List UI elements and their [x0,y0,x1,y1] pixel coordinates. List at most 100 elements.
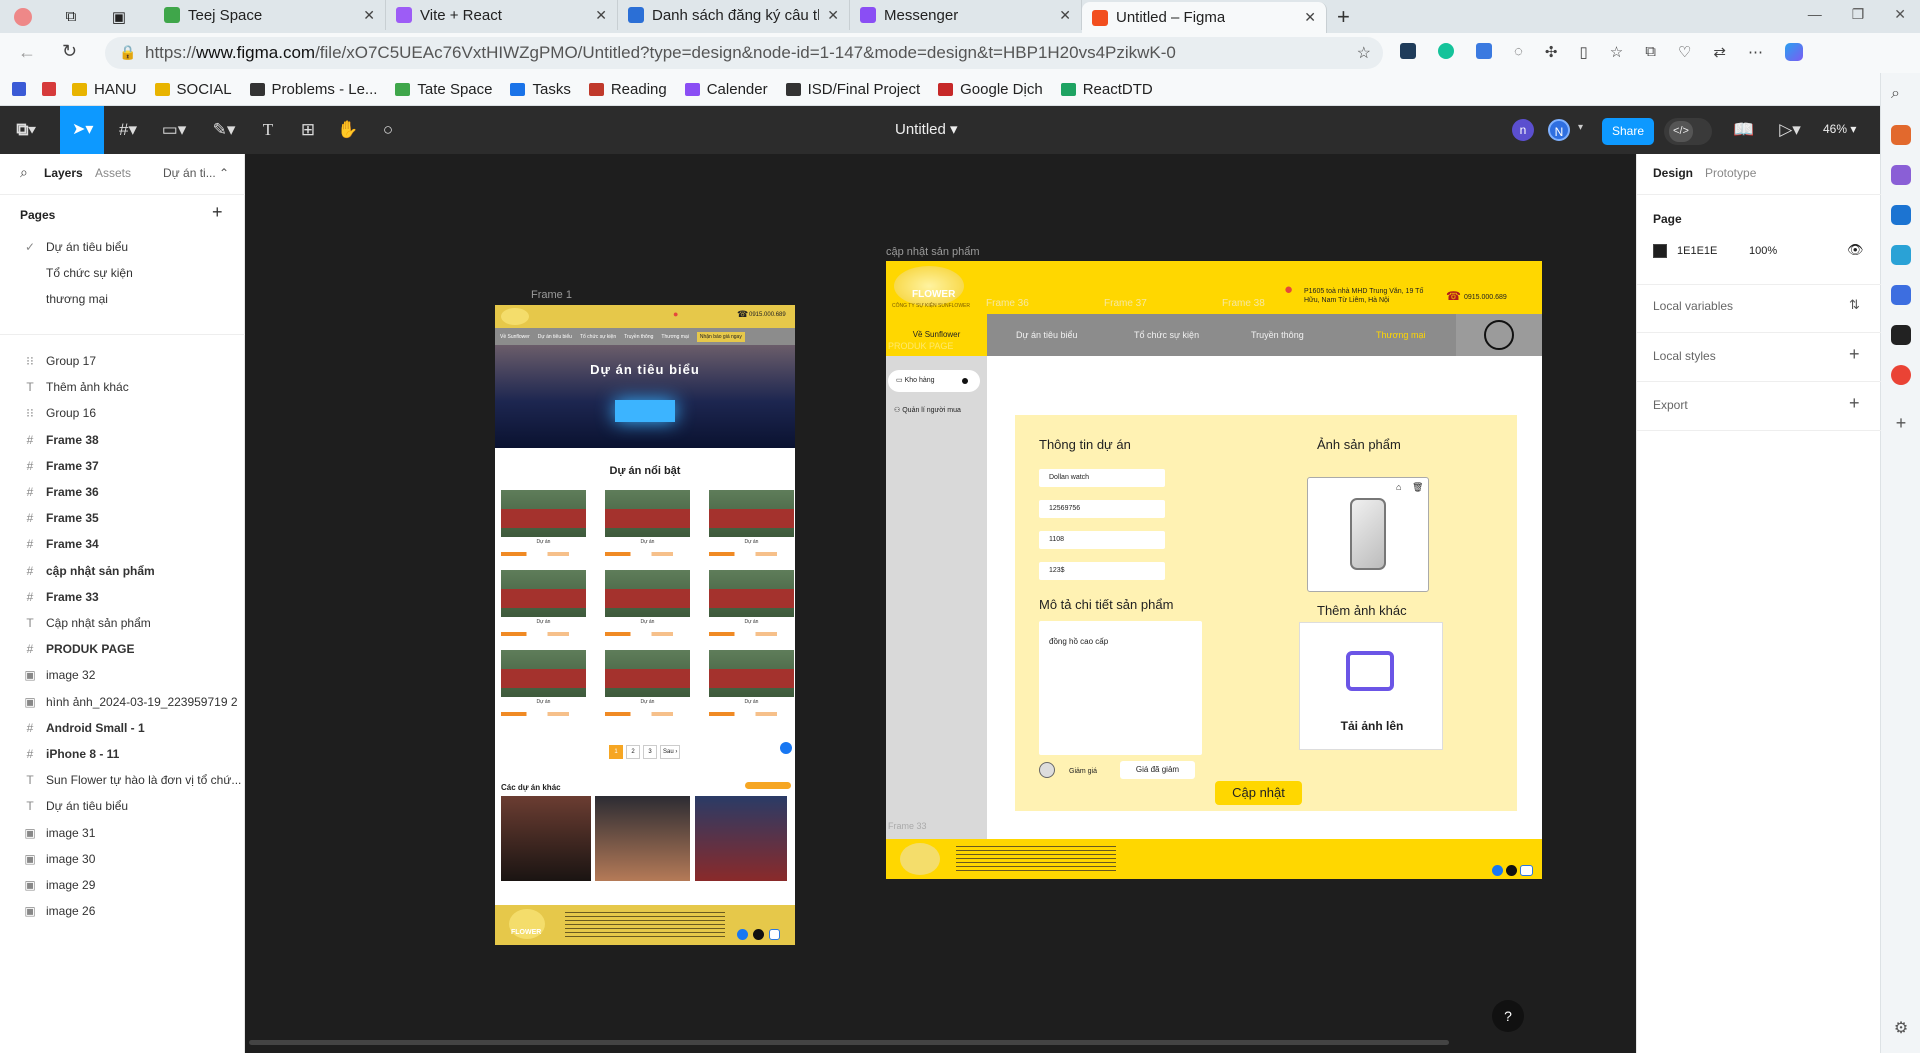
visibility-eye-icon[interactable]: 👁 [1847,242,1864,258]
layer-item[interactable]: T Cập nhật sản phẩm [0,610,245,636]
page-color-value[interactable]: 1E1E1E [1677,245,1717,257]
chevron-down-icon[interactable]: ▾ [1578,122,1583,133]
frame-project-page[interactable]: ● ☎ 0915.000.689 Về Sunflower Dự án tiêu … [495,305,795,945]
layer-item[interactable]: ▣ image 26 [0,898,245,924]
bookmark-icon[interactable] [12,82,26,96]
avatar[interactable]: n [1512,119,1534,141]
layer-item[interactable]: ⁝⁝ Group 17 [0,348,245,374]
puzzle-icon[interactable]: ✣ [1545,43,1558,61]
variables-settings-icon[interactable]: ⇅ [1849,297,1860,313]
resources-icon[interactable]: ⊞ [296,118,320,142]
local-variables-label[interactable]: Local variables [1653,299,1733,313]
pagination-item[interactable]: 1 [609,745,623,759]
avatar[interactable]: N [1548,119,1570,141]
settings-icon[interactable]: ⚙ [1891,1018,1911,1038]
facebook-icon[interactable] [737,929,748,940]
discount-radio[interactable] [1039,762,1055,778]
rectangle-tool-icon[interactable]: ▭▾ [162,118,187,142]
share-icon[interactable]: ⇄ [1713,43,1726,61]
profile-icon[interactable] [8,2,38,32]
nav-item[interactable]: Truyền thông [1251,330,1304,340]
pagination-item[interactable]: 2 [626,745,640,759]
add-icon[interactable]: + [1891,413,1911,433]
restore-icon[interactable]: ❐ [1852,6,1865,23]
upload-box[interactable]: Tải ảnh lên [1299,622,1443,750]
layer-item[interactable]: T Sun Flower tự hào là đơn vị tổ chứ... [0,767,245,793]
page-opacity[interactable]: 100% [1749,245,1777,257]
github-icon[interactable] [1891,325,1911,345]
favorite-star-icon[interactable]: ☆ [1357,43,1371,63]
close-window-icon[interactable]: ✕ [1894,6,1906,23]
close-tab-icon[interactable]: ✕ [1059,7,1071,24]
facebook-icon[interactable] [780,742,792,754]
user-avatar-icon[interactable] [1484,320,1514,350]
address-bar[interactable]: 🔒 https://www.figma.com/file/xO7C5UEAc76… [105,37,1383,69]
layer-item[interactable]: # iPhone 8 - 11 [0,741,245,767]
browser-tab[interactable]: Danh sách đăng ký câu th ✕ [618,0,850,30]
page-item[interactable]: ✓ Dự án tiêu biểu [0,234,245,260]
add-export-icon[interactable]: + [1849,393,1860,414]
layer-item[interactable]: # cập nhật sản phẩm [0,558,245,584]
pen-tool-icon[interactable]: ✎▾ [212,118,236,142]
minimize-icon[interactable]: — [1808,6,1822,23]
zalo-icon[interactable] [769,929,780,940]
bookmark-item[interactable]: ISD/Final Project [785,81,920,98]
close-tab-icon[interactable]: ✕ [1304,9,1316,26]
bookmark-item[interactable]: Tasks [510,81,571,98]
more-icon[interactable]: ⋯ [1748,43,1763,61]
file-title[interactable]: Untitled ▾ [895,120,958,138]
sidebar-item-warehouse[interactable]: ▭ Kho hàng [888,370,980,392]
page-item[interactable]: thương mại [0,286,245,312]
close-tab-icon[interactable]: ✕ [595,7,607,24]
bookmark-item[interactable]: Google Dịch [938,81,1043,98]
project-thumb[interactable] [605,490,690,537]
project-thumb[interactable] [501,570,586,617]
help-button[interactable]: ? [1492,1000,1524,1032]
split-screen-icon[interactable]: ▯ [1580,43,1588,61]
library-icon[interactable]: 📖 [1732,118,1756,142]
translate-icon[interactable] [1476,43,1492,59]
bookmark-item[interactable]: SOCIAL [154,81,232,98]
move-tool-button[interactable]: ➤▾ [60,106,104,154]
horizontal-scrollbar[interactable] [249,1040,1449,1045]
bookmark-item[interactable]: HANU [72,81,137,98]
new-tab-button[interactable]: + [1337,4,1350,30]
export-label[interactable]: Export [1653,398,1688,412]
nav-item[interactable]: Tổ chức sự kiện [580,334,616,340]
bookmark-item[interactable]: Calender [684,81,768,98]
frame-label[interactable]: Frame 1 [531,289,572,301]
frame-tool-icon[interactable]: #▾ [116,118,140,142]
project-thumb[interactable] [501,650,586,697]
sidebar-item-buyers[interactable]: ⚇ Quản lí người mua [894,406,961,414]
tools-icon[interactable] [1891,165,1911,185]
nav-item[interactable]: Nhận báo giá ngay [696,331,745,342]
field-name[interactable]: Dollan watch [1039,469,1165,487]
browser-tab[interactable]: Messenger ✕ [850,0,1082,30]
layer-item[interactable]: ⁝⁝ Group 16 [0,400,245,426]
project-thumb[interactable] [605,650,690,697]
close-tab-icon[interactable]: ✕ [827,7,839,24]
field-quantity[interactable]: 1108 [1039,531,1165,549]
bookmark-item[interactable]: Reading [588,81,667,98]
project-thumb[interactable] [709,650,794,697]
pagination-item[interactable]: Sau › [660,745,681,759]
add-page-icon[interactable]: + [212,202,223,223]
layer-item[interactable]: ▣ image 31 [0,820,245,846]
nav-item[interactable]: Về Sunflower [500,334,530,340]
tiktok-icon[interactable] [1506,865,1517,876]
nav-item[interactable]: Thương mại [661,334,688,340]
layer-item[interactable]: # Frame 38 [0,427,245,453]
grammarly-icon[interactable] [1438,43,1454,59]
product-image-box[interactable]: ⌂ 🗑 [1307,477,1429,592]
nav-item[interactable]: Dự án tiêu biểu [1016,330,1078,340]
nav-item-active[interactable]: Thương mại [1376,330,1425,340]
bookmark-icon[interactable] [42,82,56,96]
google-icon[interactable] [1891,365,1911,385]
workspaces-icon[interactable]: ⧉ [56,2,86,32]
layer-item[interactable]: # Frame 33 [0,584,245,610]
share-button[interactable]: Share [1602,118,1654,145]
layer-item[interactable]: # Android Small - 1 [0,715,245,741]
project-thumb[interactable] [709,570,794,617]
layer-item[interactable]: ▣ image 32 [0,662,245,688]
layer-item[interactable]: # Frame 36 [0,479,245,505]
